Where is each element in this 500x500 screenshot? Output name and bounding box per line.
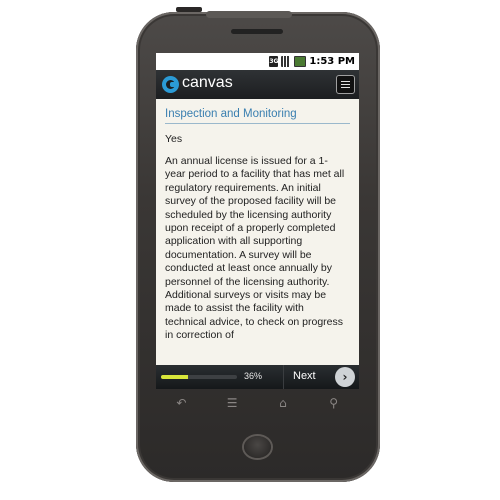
hardware-home-button[interactable]	[244, 436, 271, 458]
menu-icon-line	[341, 87, 350, 88]
page-title: Inspection and Monitoring	[165, 108, 350, 124]
bottom-bar: 36% Next ›	[156, 365, 359, 389]
next-label: Next	[293, 370, 316, 382]
home-key-icon[interactable]: ⌂	[271, 396, 295, 410]
app-bar: canvas	[156, 70, 359, 99]
app-name: canvas	[182, 74, 233, 91]
search-key-icon[interactable]: ⚲	[322, 396, 346, 410]
body-text: An annual license is issued for a 1-year…	[165, 155, 345, 342]
menu-icon-line	[341, 84, 350, 85]
menu-button[interactable]	[336, 75, 355, 94]
progress-label: 36%	[244, 371, 263, 381]
content-pane[interactable]: Inspection and Monitoring Yes An annual …	[156, 99, 359, 365]
phone-screen: 3G 1:53 PM canvas Inspection and Monitor…	[156, 53, 359, 389]
earpiece-speaker	[231, 29, 283, 34]
phone-top-edge	[206, 11, 292, 18]
menu-key-icon[interactable]: ☰	[220, 396, 244, 410]
chevron-right-icon: ›	[335, 367, 355, 387]
next-button[interactable]: Next ›	[283, 365, 359, 389]
canvas-logo-icon-dot	[170, 82, 177, 87]
progress-fill	[161, 375, 189, 379]
menu-icon-line	[341, 81, 350, 82]
power-button	[176, 7, 202, 12]
status-bar: 3G 1:53 PM	[156, 53, 359, 70]
back-icon[interactable]: ↶	[169, 396, 193, 410]
soft-keys: ↶ ☰ ⌂ ⚲	[156, 392, 359, 414]
signal-bars-icon	[281, 56, 292, 67]
progress-bar	[161, 375, 237, 379]
answer-text: Yes	[165, 133, 183, 145]
status-time: 1:53 PM	[309, 56, 355, 67]
battery-icon	[294, 56, 307, 67]
3g-icon: 3G	[269, 56, 279, 67]
